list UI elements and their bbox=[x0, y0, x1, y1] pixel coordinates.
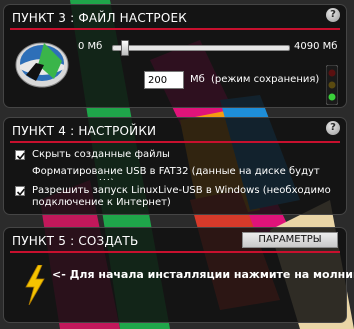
mode-label: (режим сохранения) bbox=[211, 74, 320, 85]
option-format-fat32[interactable]: Форматирование USB в FAT32 (данные на ди… bbox=[32, 166, 340, 180]
step4-divider bbox=[10, 141, 340, 143]
option-virtualization[interactable]: Разрешить запуск LinuxLive-USB в Windows… bbox=[15, 185, 340, 209]
step5-panel: ПУНКТ 5 : СОЗДАТЬ ПАРАМЕТРЫ <- Для начал… bbox=[3, 227, 354, 323]
persistence-disk-icon bbox=[15, 42, 69, 88]
lightning-bolt-icon[interactable] bbox=[24, 265, 46, 305]
persistence-size-input[interactable] bbox=[144, 71, 184, 89]
step3-panel: ПУНКТ 3 : ФАЙЛ НАСТРОЕК ? 0 Мб 4090 Мб М… bbox=[3, 4, 347, 108]
parameters-button[interactable]: ПАРАМЕТРЫ bbox=[242, 232, 338, 248]
step4-title: ПУНКТ 4 : НАСТРОЙКИ bbox=[12, 124, 157, 138]
question-mark-icon[interactable]: ? bbox=[326, 121, 340, 135]
start-hint-text: <- Для начала инсталляции нажмите на мол… bbox=[52, 268, 354, 281]
persistence-size-slider[interactable] bbox=[112, 40, 290, 56]
step5-divider bbox=[10, 251, 340, 253]
step3-title: ПУНКТ 3 : ФАЙЛ НАСТРОЕК bbox=[12, 11, 188, 25]
slider-max-label: 4090 Мб bbox=[294, 41, 338, 52]
slider-thumb[interactable] bbox=[121, 40, 129, 56]
option-hide-files[interactable]: Скрыть созданные файлы bbox=[15, 149, 340, 161]
checkmark-icon bbox=[16, 188, 26, 196]
checkmark-icon bbox=[16, 152, 26, 160]
option-format-fat32-label: Форматирование USB в FAT32 (данные на ди… bbox=[32, 166, 320, 180]
option-virtualization-label: Разрешить запуск LinuxLive-USB в Windows… bbox=[32, 185, 331, 208]
option-hide-files-label: Скрыть созданные файлы bbox=[32, 149, 170, 160]
checkbox-hide-files[interactable] bbox=[15, 150, 26, 160]
size-unit-label: Мб bbox=[190, 74, 205, 85]
step5-title: ПУНКТ 5 : СОЗДАТЬ bbox=[12, 234, 139, 248]
traffic-light-icon bbox=[326, 65, 338, 105]
step4-panel: ПУНКТ 4 : НАСТРОЙКИ ? Скрыть созданные ф… bbox=[3, 117, 347, 215]
checkbox-virtualization[interactable] bbox=[15, 186, 26, 196]
slider-min-label: 0 Мб bbox=[78, 41, 103, 52]
question-mark-icon[interactable]: ? bbox=[326, 8, 340, 22]
step3-divider bbox=[10, 28, 340, 30]
